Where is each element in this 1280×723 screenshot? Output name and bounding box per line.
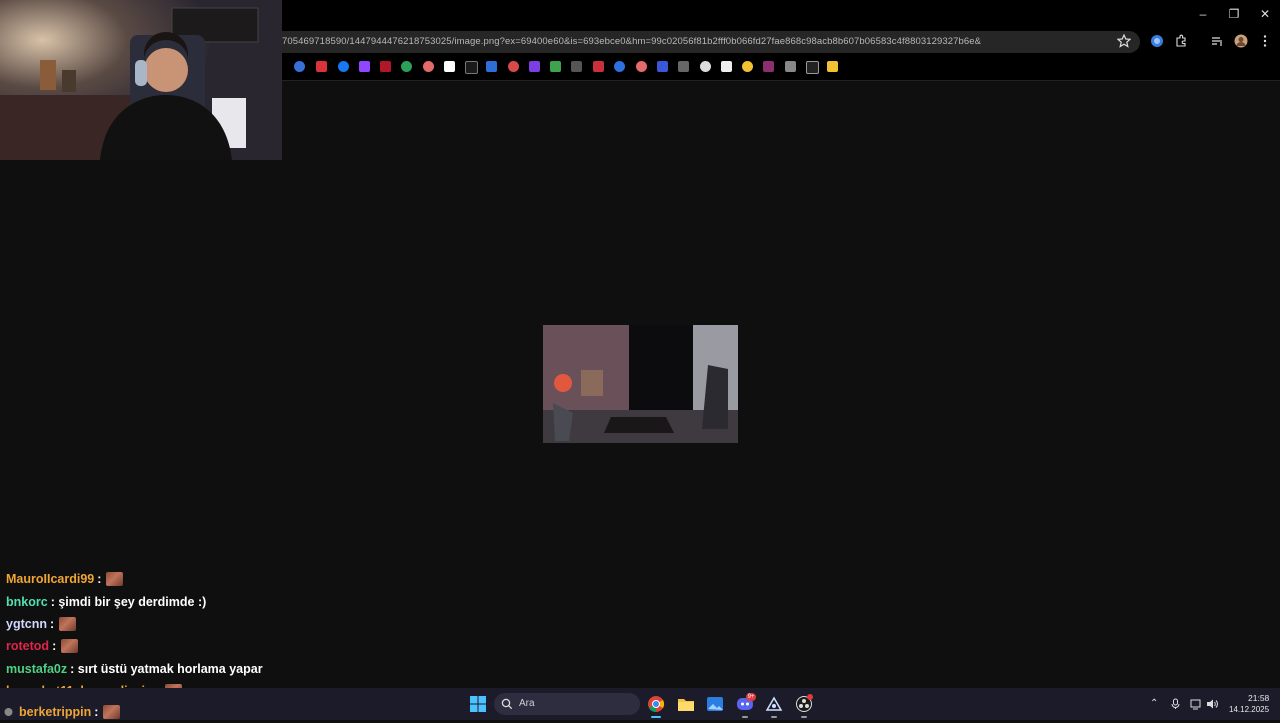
kick-bookmark-icon[interactable] [763, 61, 774, 72]
bookmark-icon[interactable] [550, 61, 561, 72]
viewed-image [543, 325, 738, 443]
bookmark-icon[interactable] [316, 61, 327, 72]
extensions-puzzle-icon[interactable] [1174, 34, 1188, 48]
bookmark-icon[interactable] [294, 61, 305, 72]
chat-username: ygtcnn [6, 616, 47, 631]
bookmark-icon[interactable] [401, 61, 412, 72]
volume-icon[interactable] [1206, 698, 1218, 710]
bookmark-icon[interactable] [806, 61, 819, 74]
bookmark-icon[interactable] [571, 61, 582, 72]
chat-message: mustafa0z : sırt üstü yatmak horlama yap… [6, 658, 406, 680]
emote-icon [61, 639, 79, 654]
emote-icon [103, 705, 121, 720]
taskbar-search-placeholder: Ara [519, 698, 535, 709]
taskbar [0, 688, 1280, 720]
chat-text: şimdi bir şey derdimde :) [58, 594, 207, 609]
chat-message: MauroIIcardi99 : [6, 568, 406, 590]
link-bookmark-icon[interactable] [678, 61, 689, 72]
taskbar-search[interactable] [494, 693, 640, 715]
clock-date[interactable]: 14.12.2025 [1229, 705, 1269, 714]
chat-username: rotetod [6, 639, 50, 654]
bookmark-icon[interactable] [486, 61, 497, 72]
chat-separator: : [49, 616, 55, 631]
bookmark-icon[interactable] [742, 61, 753, 72]
chat-separator: : [97, 572, 102, 587]
chat-message: bnkorc : şimdi bir şey derdimde :) [6, 590, 406, 612]
bookmark-icon[interactable] [636, 61, 647, 72]
stack-bookmark-icon[interactable] [721, 61, 732, 72]
discord-badge: 9+ [746, 693, 756, 701]
network-icon[interactable] [1190, 698, 1202, 710]
bookmark-icon[interactable] [423, 61, 434, 72]
chat-message: ygtcnn : [6, 613, 406, 635]
tray-overflow-chevron-icon[interactable]: ⌃ [1150, 698, 1158, 709]
bookmark-icon[interactable] [614, 61, 625, 72]
extension-shield-icon[interactable] [1150, 34, 1164, 48]
file-explorer-icon[interactable] [677, 695, 695, 713]
chat-username: bnkorc [6, 594, 48, 609]
chat-separator: : [50, 594, 59, 609]
bookmark-icon[interactable] [529, 61, 540, 72]
chat-separator: : [70, 661, 78, 676]
tray-bug-icon[interactable] [3, 706, 14, 717]
bookmark-icon[interactable] [508, 61, 519, 72]
bookmark-icon[interactable] [700, 61, 711, 72]
folder-bookmark-icon[interactable] [827, 61, 838, 72]
chat-message: rotetod : [6, 635, 406, 657]
photos-icon[interactable] [706, 695, 724, 713]
bookmark-icon[interactable] [444, 61, 455, 72]
steam-icon[interactable] [765, 695, 783, 713]
menu-kebab-icon[interactable] [1258, 34, 1272, 48]
minimize-button[interactable]: – [1187, 4, 1219, 24]
running-app-indicator [771, 716, 777, 718]
chat-username: MauroIIcardi99 [6, 572, 95, 587]
media-control-icon[interactable] [1210, 34, 1224, 48]
obs-recording-dot [807, 694, 813, 700]
chat-separator: : [52, 639, 57, 654]
bookmark-icon[interactable] [785, 61, 796, 72]
address-url[interactable]: 705469718590/1447944476218753025/image.p… [282, 36, 981, 47]
bookmark-star-icon[interactable] [1117, 34, 1131, 48]
close-button[interactable]: ✕ [1249, 4, 1280, 24]
search-icon [501, 698, 513, 710]
chat-overlay: MauroIIcardi99 : bnkorc : şimdi bir şey … [6, 568, 406, 702]
microphone-icon[interactable] [1170, 698, 1181, 710]
facebook-bookmark-icon[interactable] [338, 61, 349, 72]
chat-separator: : [94, 705, 99, 720]
bookmark-icon[interactable] [593, 61, 604, 72]
terminal-bookmark-icon[interactable] [465, 61, 478, 74]
bookmark-icon[interactable] [380, 61, 391, 72]
emote-icon [106, 572, 124, 587]
emote-icon [59, 616, 77, 631]
running-app-indicator [742, 716, 748, 718]
chrome-icon[interactable] [647, 695, 665, 713]
running-app-indicator [801, 716, 807, 718]
chat-text: sırt üstü yatmak horlama yapar [77, 661, 263, 676]
restore-button[interactable]: ❐ [1218, 4, 1250, 24]
active-app-indicator [651, 716, 661, 718]
profile-avatar-icon[interactable] [1234, 34, 1248, 48]
streamer-webcam [0, 0, 282, 160]
bookmark-icon[interactable] [657, 61, 668, 72]
chat-username: berketrippin [19, 705, 92, 720]
windows-start-icon[interactable] [469, 695, 487, 713]
clock-time[interactable]: 21:58 [1248, 693, 1269, 703]
twitch-bookmark-icon[interactable] [359, 61, 370, 72]
chat-username: mustafa0z [6, 661, 68, 676]
